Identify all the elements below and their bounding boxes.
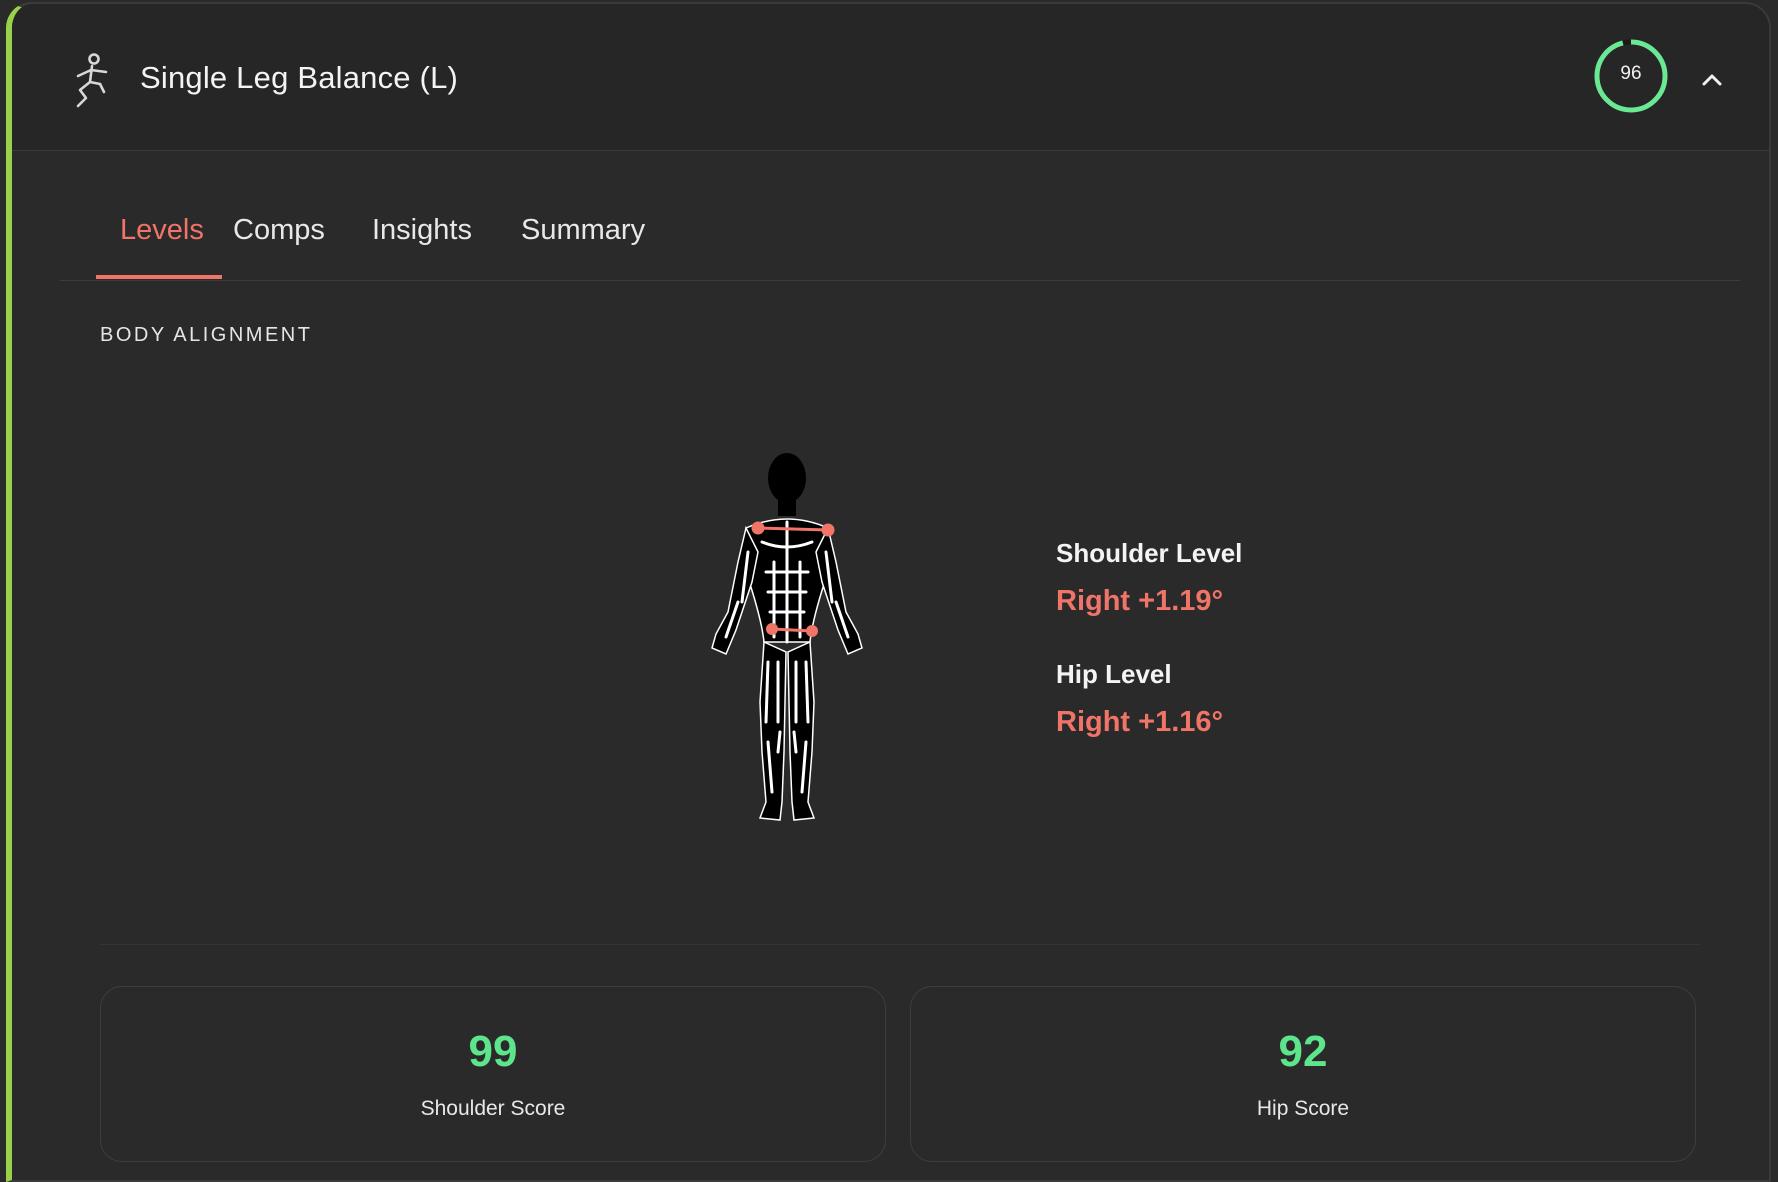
collapse-button[interactable] — [1694, 62, 1730, 98]
shoulder-level-label: Shoulder Level — [1056, 538, 1243, 568]
section-divider — [100, 944, 1700, 945]
hip-score-value: 92 — [1278, 1027, 1328, 1076]
body-figure-illustration — [711, 453, 863, 821]
shoulder-score-value: 99 — [468, 1027, 518, 1076]
shoulder-score-card: 99 Shoulder Score — [100, 986, 886, 1162]
exercise-title: Single Leg Balance (L) — [140, 60, 459, 95]
shoulder-level-value: Right +1.19° — [1056, 585, 1224, 617]
hip-score-label: Hip Score — [1256, 1097, 1350, 1120]
hip-level-value: Right +1.16° — [1056, 706, 1224, 738]
overall-score-value: 96 — [1620, 63, 1642, 84]
tab-insights[interactable]: Insights — [348, 214, 496, 278]
shoulder-score-label: Shoulder Score — [420, 1097, 566, 1120]
single-leg-balance-icon — [76, 53, 108, 108]
exercise-card: Single Leg Balance (L) 96 Levels Comps I… — [6, 2, 1771, 1182]
overall-score-ring: 96 — [1593, 38, 1669, 114]
section-title: BODY ALIGNMENT — [100, 324, 313, 346]
card-header[interactable]: Single Leg Balance (L) 96 — [12, 4, 1769, 151]
chevron-up-icon — [1702, 74, 1722, 86]
body-silhouette — [711, 453, 863, 821]
hip-score-card: 92 Hip Score — [910, 986, 1696, 1162]
tab-comps[interactable]: Comps — [209, 214, 349, 278]
alignment-metrics: Shoulder Level Right +1.19° Hip Level Ri… — [1056, 538, 1242, 746]
active-tab-indicator — [96, 275, 222, 279]
tab-bar: Levels Comps Insights Summary — [60, 200, 1740, 281]
hip-level-label: Hip Level — [1056, 659, 1172, 689]
tab-summary[interactable]: Summary — [497, 214, 669, 278]
